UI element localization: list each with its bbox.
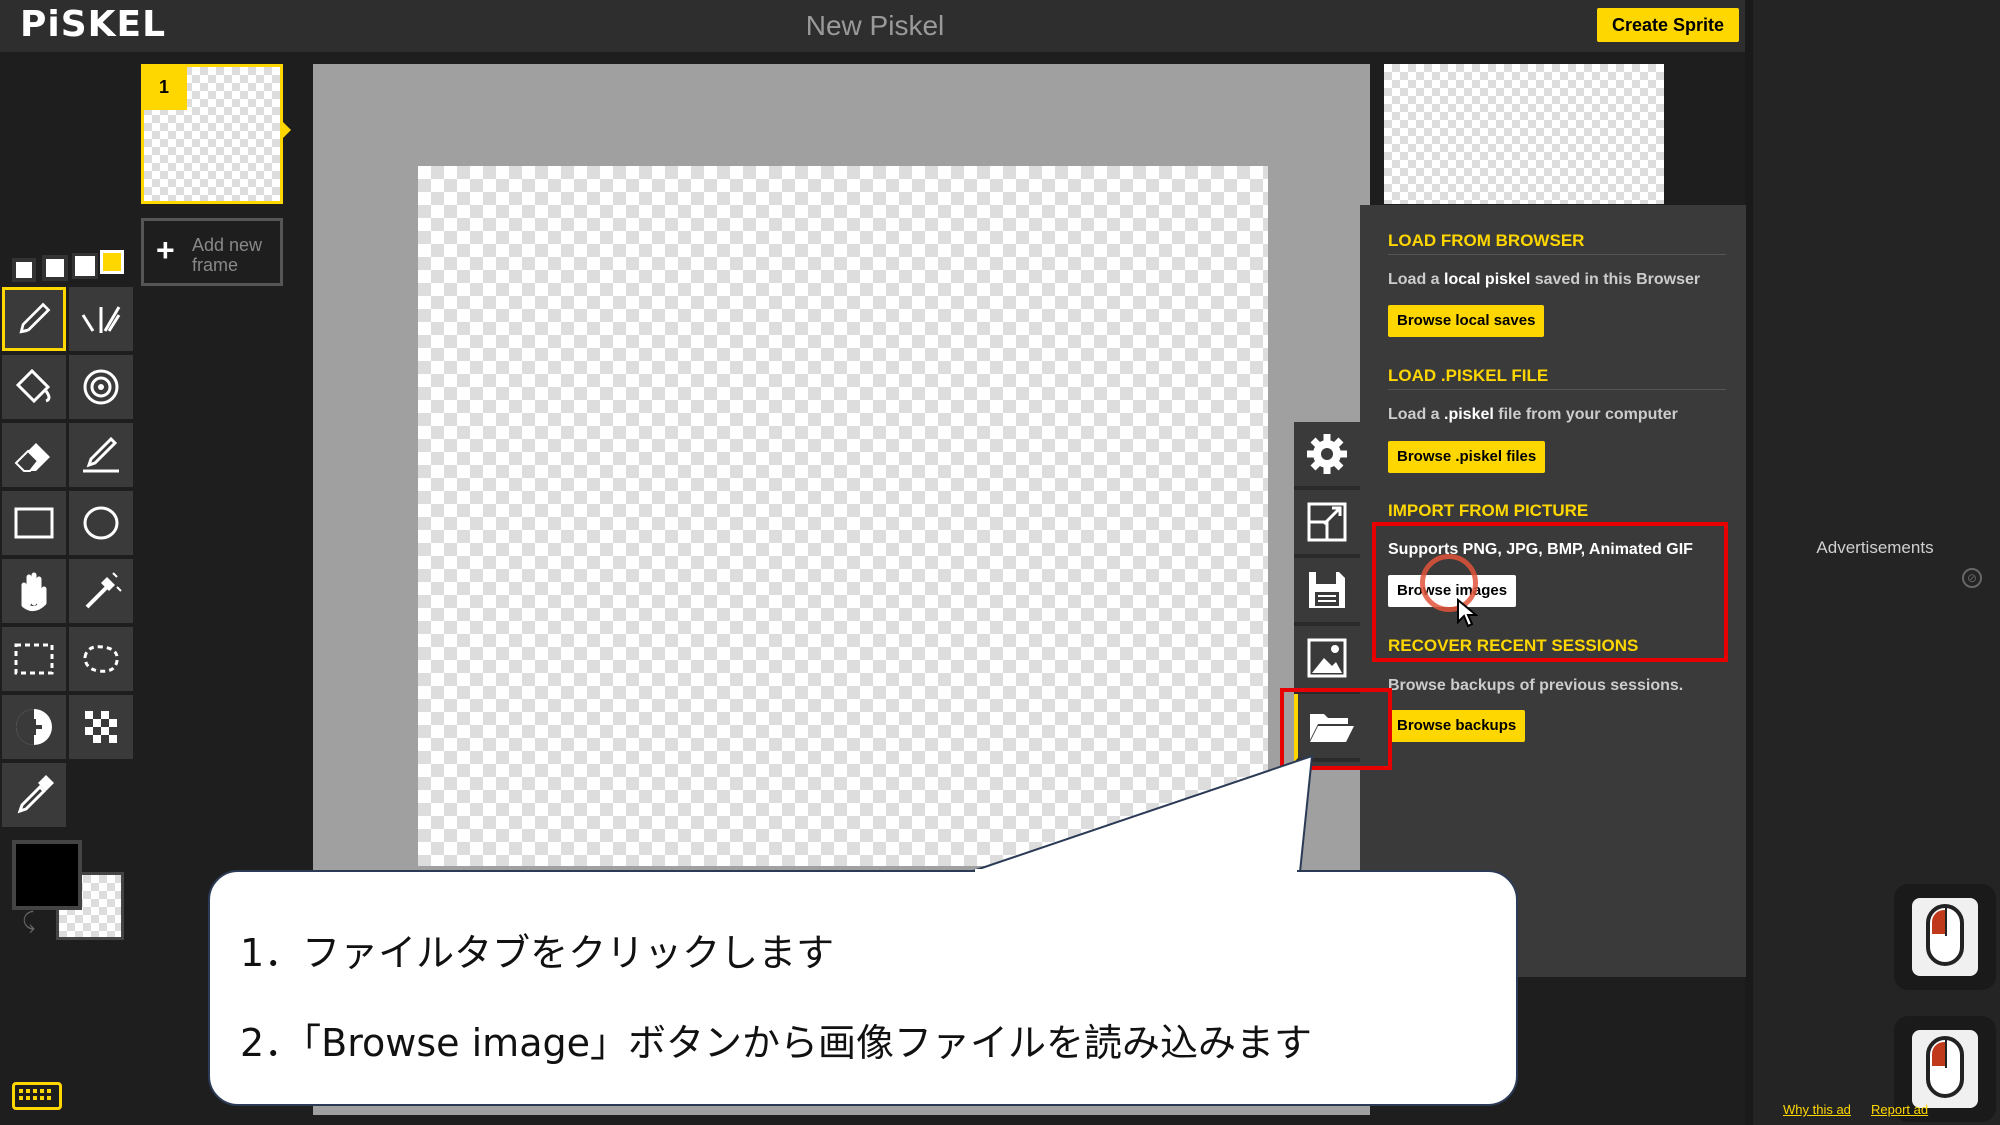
circle-tool-icon[interactable]: [69, 491, 133, 555]
dithering-tool-icon[interactable]: [69, 695, 133, 759]
ad-close-icon[interactable]: ⊘: [1962, 568, 1982, 588]
eraser-icon[interactable]: [2, 423, 66, 487]
color-picker-icon[interactable]: [2, 763, 66, 827]
resize-icon[interactable]: [1294, 490, 1360, 558]
file-tab-highlight: [1280, 688, 1392, 770]
why-this-ad-link[interactable]: Why this ad: [1783, 1102, 1851, 1117]
animation-preview: [1384, 64, 1664, 204]
export-image-icon[interactable]: [1294, 626, 1360, 694]
section-divider: [1388, 389, 1726, 390]
load-piskel-file-desc: Load a .piskel file from your computer: [1388, 406, 1678, 423]
instruction-callout: 1．ファイルタブをクリックします 2．「Browse image」ボタンから画像…: [208, 870, 1518, 1106]
browse-piskel-files-button[interactable]: Browse .piskel files: [1388, 441, 1546, 473]
section-divider: [1388, 254, 1726, 255]
load-piskel-file-title: LOAD .PISKEL FILE: [1388, 366, 1549, 385]
paint-all-same-color-icon[interactable]: [69, 355, 133, 419]
shape-selection-icon[interactable]: [69, 559, 133, 623]
lasso-selection-icon[interactable]: [69, 627, 133, 691]
stroke-tool-icon[interactable]: [69, 423, 133, 487]
advertisements-label: Advertisements: [1816, 538, 1934, 557]
create-sprite-button[interactable]: Create Sprite: [1597, 8, 1739, 42]
document-title[interactable]: New Piskel: [650, 0, 1100, 52]
recover-sessions-desc: Browse backups of previous sessions.: [1388, 677, 1684, 694]
move-hand-icon[interactable]: [2, 559, 66, 623]
paint-bucket-icon[interactable]: [2, 355, 66, 419]
callout-seam: [975, 869, 1297, 875]
plus-icon: +: [156, 232, 175, 268]
mouse-cursor-icon: [1457, 598, 1478, 628]
vertical-mirror-pen-icon[interactable]: [69, 287, 133, 351]
callout-step-1: 1．ファイルタブをクリックします: [240, 931, 835, 975]
callout-step-2: 2．「Browse image」ボタンから画像ファイルを読み込みます: [240, 1021, 1312, 1065]
pen-tool-icon[interactable]: [2, 287, 66, 351]
pen-size-1[interactable]: [12, 258, 36, 282]
pen-size-3[interactable]: [72, 253, 98, 279]
primary-color-swatch[interactable]: [12, 840, 82, 910]
pen-size-2[interactable]: [42, 255, 68, 281]
lighten-tool-icon[interactable]: [2, 695, 66, 759]
add-new-frame-button[interactable]: + Add new frame: [141, 218, 283, 286]
ad-sidebar-separator: [1745, 0, 1753, 1125]
rectangle-selection-icon[interactable]: [2, 627, 66, 691]
pen-size-4[interactable]: [100, 250, 124, 274]
rectangle-tool-icon[interactable]: [2, 491, 66, 555]
mouse-widget-1: [1894, 884, 1996, 990]
drawing-canvas[interactable]: [418, 166, 1268, 866]
add-new-frame-label: Add new frame: [192, 235, 263, 275]
save-icon[interactable]: [1294, 558, 1360, 626]
keyboard-shortcuts-icon[interactable]: [12, 1082, 62, 1110]
import-from-picture-title: IMPORT FROM PICTURE: [1388, 501, 1589, 520]
frame-selected-arrow: [283, 122, 291, 138]
browse-local-saves-button[interactable]: Browse local saves: [1388, 305, 1545, 337]
swap-colors-icon[interactable]: ⤹: [22, 908, 35, 934]
load-from-browser-title: LOAD FROM BROWSER: [1388, 231, 1585, 250]
piskel-logo[interactable]: PiSKEL: [20, 4, 166, 45]
report-ad-link[interactable]: Report ad: [1871, 1102, 1928, 1117]
settings-icon[interactable]: [1294, 422, 1360, 490]
browse-backups-button[interactable]: Browse backups: [1388, 710, 1526, 742]
frame-number-badge: 1: [141, 64, 187, 110]
load-from-browser-desc: Load a local piskel saved in this Browse…: [1388, 271, 1701, 288]
